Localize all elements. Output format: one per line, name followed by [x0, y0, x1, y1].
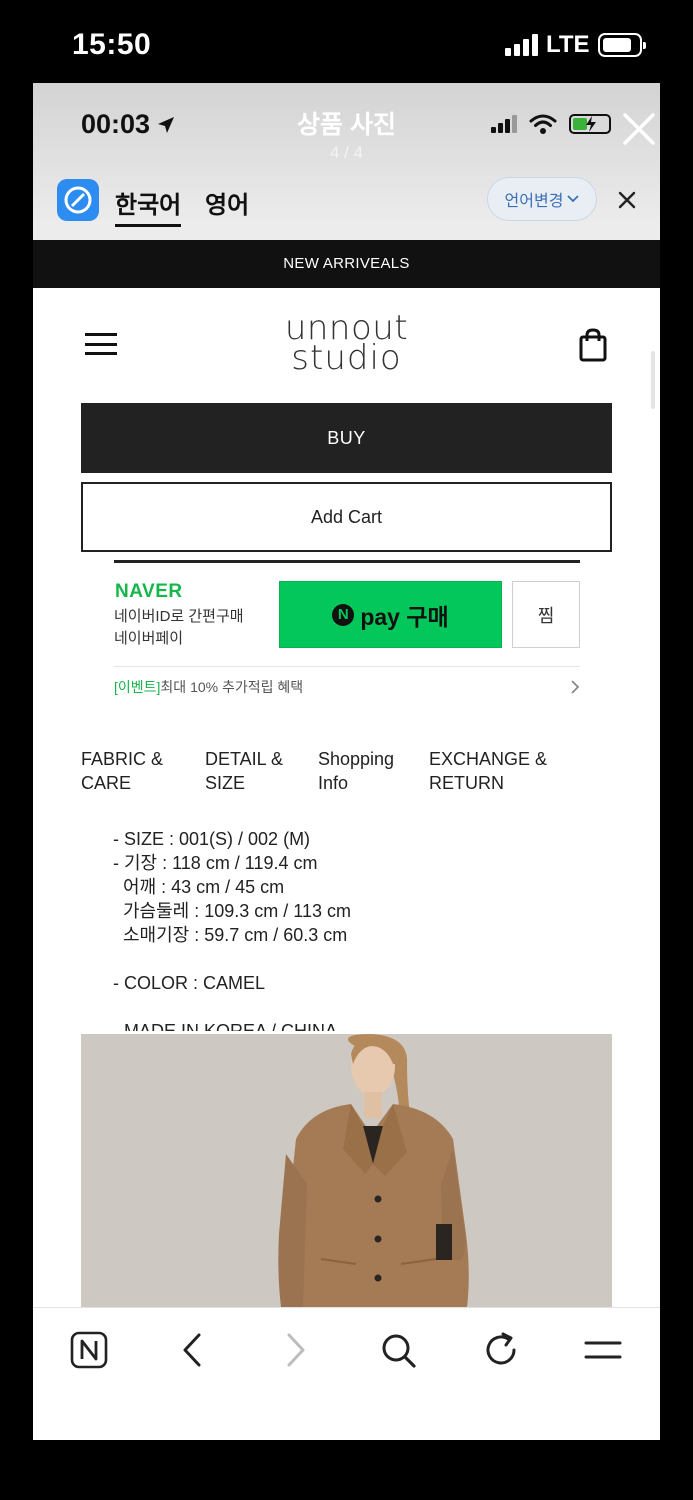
event-text: 최대 10% 추가적립 혜택: [160, 679, 304, 695]
scrollbar-thumb[interactable]: [651, 351, 655, 409]
detail-length: - 기장 : 118 cm / 119.4 cm: [113, 853, 318, 873]
status-indicators: LTE: [505, 31, 646, 59]
divider: [114, 666, 580, 667]
naver-home-icon[interactable]: [69, 1330, 109, 1370]
naver-desc-line1: 네이버ID로 간편구매: [114, 608, 244, 625]
chevron-down-icon: [567, 195, 580, 203]
tab-fabric-care[interactable]: FABRIC & CARE: [81, 747, 163, 795]
detail-made-in: - MADE IN KOREA / CHINA: [113, 1021, 338, 1031]
tab-shopping-line2: Info: [318, 773, 349, 793]
menu-icon[interactable]: [583, 1330, 623, 1370]
detail-size: - SIZE : 001(S) / 002 (M): [113, 829, 311, 849]
naver-event-link[interactable]: [이벤트]최대 10% 추가적립 혜택: [114, 677, 303, 697]
naver-description: 네이버ID로 간편구매 네이버페이: [114, 606, 244, 650]
tab-detail-line2: SIZE: [205, 773, 246, 793]
tab-shopping-line1: Shopping: [318, 749, 395, 769]
chevron-right-icon[interactable]: [569, 679, 581, 695]
naver-pay-label: pay 구매: [360, 603, 449, 630]
event-tag: [이벤트]: [114, 679, 161, 695]
close-viewer-icon[interactable]: [621, 111, 657, 147]
reload-icon[interactable]: [481, 1330, 521, 1370]
inner-status-bar: 00:03 상품 사진 4 / 4 한국어 영어 언어변경: [33, 83, 660, 240]
buy-button[interactable]: BUY: [81, 403, 612, 473]
wifi-icon: [529, 114, 557, 134]
naver-pay-button[interactable]: N pay 구매: [279, 581, 502, 648]
tab-english[interactable]: 영어: [205, 185, 249, 220]
detail-sleeve: 소매기장 : 59.7 cm / 60.3 cm: [123, 925, 348, 945]
status-time: 15:50: [72, 28, 152, 61]
logo-line2: studio: [291, 338, 402, 378]
tab-fabric-line1: FABRIC &: [81, 749, 164, 769]
tab-shopping-info[interactable]: Shopping Info: [318, 747, 394, 795]
divider: [114, 560, 580, 563]
cellular-signal-icon: [505, 34, 538, 56]
battery-icon: [597, 33, 646, 57]
browser-toolbar: [33, 1307, 660, 1440]
close-translate-icon[interactable]: [616, 189, 638, 211]
back-icon[interactable]: [173, 1330, 213, 1370]
active-tab-indicator: [115, 224, 181, 227]
tab-exchange-return[interactable]: EXCHANGE & RETURN: [429, 747, 547, 795]
product-details: - SIZE : 001(S) / 002 (M) - 기장 : 118 cm …: [113, 827, 351, 1031]
tab-korean[interactable]: 한국어: [115, 185, 181, 220]
network-type: LTE: [546, 31, 590, 58]
naver-pay-section: NAVER 네이버ID로 간편구매 네이버페이 N pay 구매 찜 [이벤트]…: [114, 560, 580, 706]
tab-exchange-line1: EXCHANGE &: [429, 749, 548, 769]
forward-icon[interactable]: [275, 1330, 315, 1370]
naver-brand: NAVER: [115, 581, 183, 602]
detail-shoulder: 어깨 : 43 cm / 45 cm: [123, 877, 285, 897]
detail-chest: 가슴둘레 : 109.3 cm / 113 cm: [123, 901, 351, 921]
charging-battery-icon: [569, 114, 611, 134]
naver-desc-line2: 네이버페이: [114, 630, 184, 647]
screenshot-viewer: 00:03 상품 사진 4 / 4 한국어 영어 언어변경 NEW ARRIVE…: [33, 83, 660, 1440]
tab-detail-line1: DETAIL &: [205, 749, 284, 769]
wishlist-button[interactable]: 찜: [512, 581, 580, 648]
promo-banner[interactable]: NEW ARRIVEALS: [33, 240, 660, 288]
naver-n-icon: N: [332, 603, 355, 626]
tab-exchange-line2: RETURN: [429, 773, 504, 793]
tab-detail-size[interactable]: DETAIL & SIZE: [205, 747, 283, 795]
search-icon[interactable]: [378, 1330, 418, 1370]
brand-logo[interactable]: unnout studio: [233, 311, 460, 378]
papago-logo-icon: [57, 179, 99, 221]
hamburger-menu-icon[interactable]: [85, 333, 117, 355]
change-language-label: 언어변경: [504, 193, 564, 210]
viewer-counter: 4 / 4: [329, 143, 364, 162]
add-cart-button[interactable]: Add Cart: [81, 482, 612, 552]
change-language-button[interactable]: 언어변경: [487, 177, 597, 221]
product-photo: [81, 1034, 612, 1307]
inner-status-icons: [491, 113, 611, 135]
detail-color: - COLOR : CAMEL: [113, 973, 266, 993]
inner-signal-icon: [491, 115, 517, 133]
shopping-bag-icon[interactable]: [579, 328, 607, 362]
tab-fabric-line2: CARE: [81, 773, 132, 793]
